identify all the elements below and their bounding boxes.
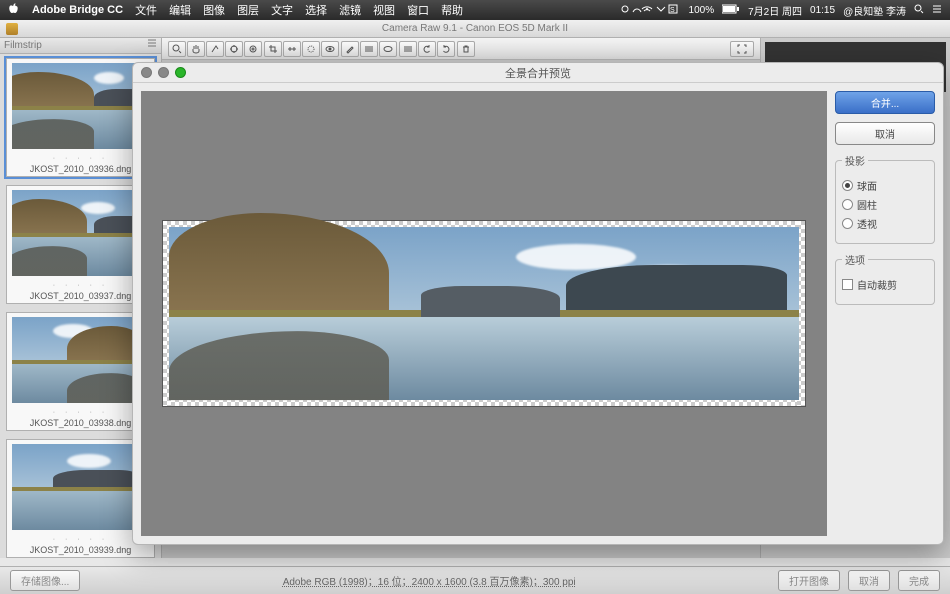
radio-icon[interactable]	[842, 218, 853, 229]
menu-file[interactable]: 文件	[135, 2, 157, 18]
rating-dots[interactable]: · · · · ·	[53, 282, 108, 289]
rating-dots[interactable]: · · · · ·	[53, 155, 108, 162]
menu-layer[interactable]: 图层	[237, 2, 259, 18]
dialog-side-panel: 合并... 取消 投影 球面 圆柱 透视 选项 自动裁剪	[835, 91, 935, 536]
rating-dots[interactable]: · · · · ·	[53, 536, 108, 543]
dialog-titlebar[interactable]: 全景合并预览	[133, 63, 943, 83]
menubar-user[interactable]: @良知塾 李涛	[843, 3, 906, 18]
menubar-date[interactable]: 7月2日 周四	[748, 3, 802, 18]
redeye-tool-icon[interactable]	[321, 41, 339, 57]
projection-perspective[interactable]: 透视	[842, 216, 928, 231]
menu-icon[interactable]	[932, 4, 942, 17]
save-images-button[interactable]: 存储图像...	[10, 570, 80, 591]
menu-type[interactable]: 文字	[271, 2, 293, 18]
auto-crop-option[interactable]: 自动裁剪	[842, 277, 928, 292]
filmstrip-menu-icon[interactable]	[147, 38, 157, 54]
battery-icon[interactable]	[722, 4, 740, 17]
battery-pct: 100%	[689, 5, 715, 16]
prefs-icon[interactable]	[399, 41, 417, 57]
projection-legend: 投影	[842, 153, 868, 168]
rotate-ccw-icon[interactable]	[418, 41, 436, 57]
trash-icon[interactable]	[457, 41, 475, 57]
zoom-tool-icon[interactable]	[168, 41, 186, 57]
rating-dots[interactable]: · · · · ·	[53, 409, 108, 416]
thumbnail-caption: JKOST_2010_03939.dng	[30, 545, 132, 555]
open-image-button[interactable]: 打开图像	[778, 570, 840, 591]
spotlight-icon[interactable]	[914, 4, 924, 17]
straighten-tool-icon[interactable]	[283, 41, 301, 57]
dialog-title: 全景合并预览	[133, 65, 943, 81]
menu-help[interactable]: 帮助	[441, 2, 463, 18]
menu-view[interactable]: 视图	[373, 2, 395, 18]
merge-button[interactable]: 合并...	[835, 91, 935, 114]
menu-window[interactable]: 窗口	[407, 2, 429, 18]
filmstrip-label: Filmstrip	[4, 38, 42, 54]
target-adjust-icon[interactable]	[244, 41, 262, 57]
app-gem-icon	[6, 23, 18, 35]
options-legend: 选项	[842, 252, 868, 267]
status-icons[interactable]: S	[621, 3, 681, 18]
cameraraw-title: Camera Raw 9.1 - Canon EOS 5D Mark II	[382, 23, 568, 34]
graduated-filter-icon[interactable]	[360, 41, 378, 57]
menu-image[interactable]: 图像	[203, 2, 225, 18]
close-dot-icon[interactable]	[141, 67, 152, 78]
thumbnail-caption: JKOST_2010_03938.dng	[30, 418, 132, 428]
done-button[interactable]: 完成	[898, 570, 940, 591]
cameraraw-titlebar: Camera Raw 9.1 - Canon EOS 5D Mark II	[0, 20, 950, 38]
apple-icon[interactable]	[8, 3, 20, 18]
color-sampler-icon[interactable]	[225, 41, 243, 57]
projection-cylindrical[interactable]: 圆柱	[842, 197, 928, 212]
projection-spherical[interactable]: 球面	[842, 178, 928, 193]
panorama-dialog: 全景合并预览 合并... 取消	[132, 62, 944, 545]
svg-text:S: S	[670, 7, 675, 14]
thumbnail-caption: JKOST_2010_03937.dng	[30, 291, 132, 301]
white-balance-icon[interactable]	[206, 41, 224, 57]
cameraraw-toolbar	[162, 38, 760, 60]
panorama-preview	[162, 220, 807, 407]
menu-filter[interactable]: 滤镜	[339, 2, 361, 18]
menubar-time[interactable]: 01:15	[810, 5, 835, 16]
spot-removal-icon[interactable]	[302, 41, 320, 57]
app-name[interactable]: Adobe Bridge CC	[32, 4, 123, 16]
projection-group: 投影 球面 圆柱 透视	[835, 153, 935, 244]
cancel-button[interactable]: 取消	[848, 570, 890, 591]
radio-icon[interactable]	[842, 199, 853, 210]
rotate-cw-icon[interactable]	[437, 41, 455, 57]
dialog-cancel-button[interactable]: 取消	[835, 122, 935, 145]
menu-edit[interactable]: 编辑	[169, 2, 191, 18]
thumbnail-caption: JKOST_2010_03936.dng	[30, 164, 132, 174]
bottom-bar: 存储图像... Adobe RGB (1998)；16 位；2400 x 160…	[0, 566, 950, 594]
panorama-canvas	[141, 91, 827, 536]
adjustment-brush-icon[interactable]	[341, 41, 359, 57]
minimize-dot-icon[interactable]	[158, 67, 169, 78]
options-group: 选项 自动裁剪	[835, 252, 935, 305]
crop-tool-icon[interactable]	[264, 41, 282, 57]
workflow-link[interactable]: Adobe RGB (1998)；16 位；2400 x 1600 (3.8 百…	[80, 573, 778, 588]
checkbox-icon[interactable]	[842, 279, 853, 290]
radio-icon[interactable]	[842, 180, 853, 191]
radial-filter-icon[interactable]	[379, 41, 397, 57]
menu-select[interactable]: 选择	[305, 2, 327, 18]
fullscreen-icon[interactable]	[730, 41, 754, 57]
mac-menubar: Adobe Bridge CC 文件 编辑 图像 图层 文字 选择 滤镜 视图 …	[0, 0, 950, 20]
zoom-dot-icon[interactable]	[175, 67, 186, 78]
hand-tool-icon[interactable]	[187, 41, 205, 57]
filmstrip-header: Filmstrip	[0, 38, 161, 54]
